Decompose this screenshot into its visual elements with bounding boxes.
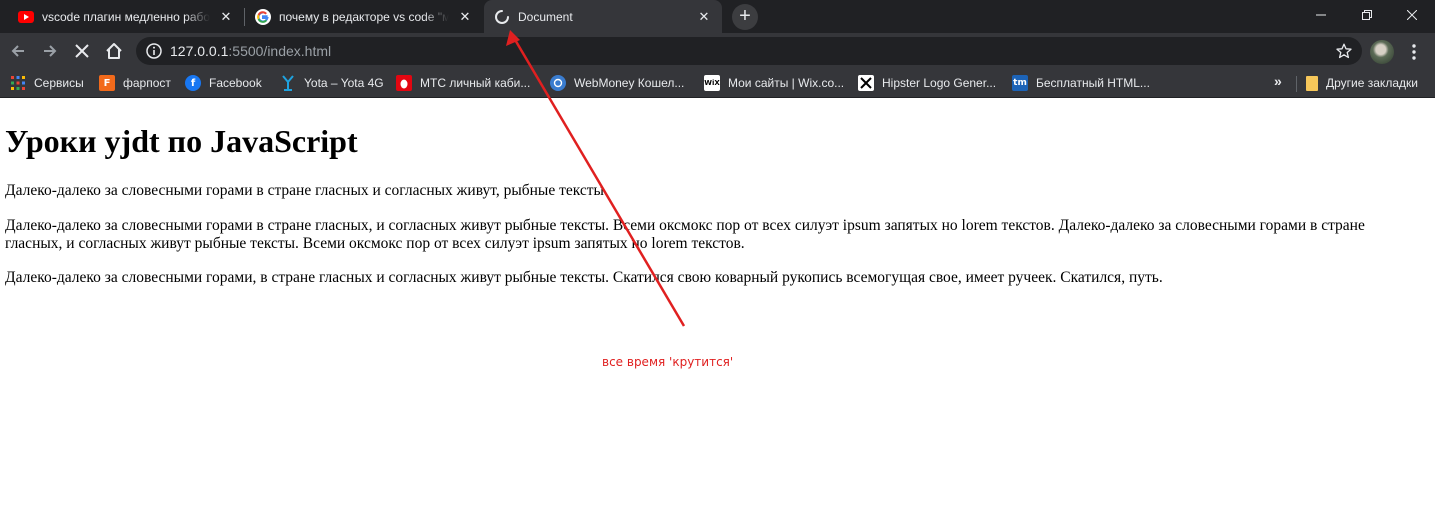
bookmark-farpost[interactable]: F фарпост — [99, 73, 171, 93]
other-bookmarks-label: Другие закладки — [1326, 76, 1418, 90]
bookmark-label: Yota – Yota 4G — [304, 76, 384, 90]
bookmark-label: Мои сайты | Wix.co... — [728, 76, 845, 90]
site-info-icon[interactable] — [146, 43, 162, 59]
browser-toolbar: 127.0.0.1:5500/index.html — [0, 33, 1435, 69]
google-icon — [255, 8, 271, 25]
tab-title: Document — [518, 9, 573, 24]
address-bar[interactable]: 127.0.0.1:5500/index.html — [136, 37, 1362, 65]
tab-title: почему в редакторе vs code "медленно — [279, 9, 449, 24]
tab-vscode-plugin[interactable]: vscode плагин медленно работает ✕ — [8, 0, 244, 33]
bookmark-services[interactable]: Сервисы — [10, 73, 84, 93]
bookmark-free-html[interactable]: tm Бесплатный HTML... — [1012, 73, 1150, 93]
apps-grid-icon — [10, 75, 26, 91]
wix-icon: WiX — [704, 75, 720, 91]
paragraph-3: Далеко-далеко за словесными горами, в ст… — [5, 269, 1163, 286]
tab-document[interactable]: Document ✕ — [484, 0, 722, 33]
forward-button[interactable] — [36, 37, 64, 65]
close-tab-icon[interactable]: ✕ — [218, 9, 234, 25]
stop-x-icon — [75, 44, 89, 58]
bookmark-mts[interactable]: МТС личный каби... — [396, 73, 530, 93]
stop-loading-button[interactable] — [68, 37, 96, 65]
facebook-icon: f — [185, 75, 201, 91]
bookmark-star-icon[interactable] — [1336, 43, 1352, 59]
paragraph-1: Далеко-далеко за словесными горами в стр… — [5, 182, 608, 199]
hipster-logo-icon — [858, 75, 874, 91]
mts-icon — [396, 75, 412, 91]
other-bookmarks[interactable]: Другие закладки — [1306, 73, 1418, 93]
close-tab-icon[interactable]: ✕ — [457, 9, 473, 25]
bookmarks-overflow-chevron-icon[interactable]: » — [1274, 73, 1288, 93]
youtube-icon — [18, 9, 34, 25]
forward-arrow-icon — [44, 45, 57, 57]
farpost-icon: F — [99, 75, 115, 91]
bookmark-label: WebMoney Кошел... — [574, 76, 685, 90]
yota-icon — [280, 75, 296, 91]
bookmark-label: фарпост — [123, 76, 171, 90]
tab-google-search[interactable]: почему в редакторе vs code "медленно ✕ — [245, 0, 483, 33]
close-tab-icon[interactable]: ✕ — [696, 9, 712, 25]
bookmark-hipster-logo[interactable]: Hipster Logo Gener... — [858, 73, 996, 93]
profile-avatar[interactable] — [1370, 40, 1394, 64]
bookmark-label: Facebook — [209, 76, 262, 90]
home-button[interactable] — [100, 37, 128, 65]
back-button[interactable] — [4, 37, 32, 65]
bookmark-label: Hipster Logo Gener... — [882, 76, 997, 90]
bookmark-label: Сервисы — [34, 76, 84, 90]
webmoney-icon — [550, 75, 566, 91]
bookmarks-bar: Сервисы F фарпост f Facebook Yota – Yota… — [0, 69, 1435, 98]
url-path: :5500/index.html — [228, 43, 332, 59]
page-heading: Уроки yjdt по JavaScript — [5, 123, 358, 159]
home-icon — [106, 43, 122, 59]
bookmark-facebook[interactable]: f Facebook — [185, 73, 262, 93]
close-window-icon[interactable] — [1389, 0, 1435, 30]
url-host: 127.0.0.1 — [170, 43, 229, 59]
paragraph-2: Далеко-далеко за словесными горами в стр… — [5, 217, 1365, 252]
bookmark-label: Бесплатный HTML... — [1036, 76, 1150, 90]
restore-icon[interactable] — [1344, 0, 1390, 30]
back-arrow-icon — [11, 45, 24, 57]
menu-kebab-icon[interactable] — [1405, 43, 1423, 61]
bookmark-yota[interactable]: Yota – Yota 4G — [280, 73, 384, 93]
page-viewport: Уроки yjdt по JavaScript Далеко-далеко з… — [0, 99, 1435, 505]
loading-spinner-icon — [494, 9, 510, 25]
bookmarks-separator — [1296, 76, 1297, 92]
new-tab-button[interactable]: + — [732, 4, 758, 30]
annotation-text: все время 'крутится' — [602, 355, 734, 369]
bookmark-label: МТС личный каби... — [420, 76, 531, 90]
bookmark-wix[interactable]: WiX Мои сайты | Wix.co... — [704, 73, 844, 93]
folder-icon — [1306, 75, 1318, 91]
bookmark-webmoney[interactable]: WebMoney Кошел... — [550, 73, 684, 93]
tm-icon: tm — [1012, 75, 1028, 91]
url-text[interactable]: 127.0.0.1:5500/index.html — [170, 43, 331, 59]
minimize-icon[interactable] — [1298, 0, 1344, 30]
tab-title: vscode плагин медленно работает — [42, 9, 210, 24]
